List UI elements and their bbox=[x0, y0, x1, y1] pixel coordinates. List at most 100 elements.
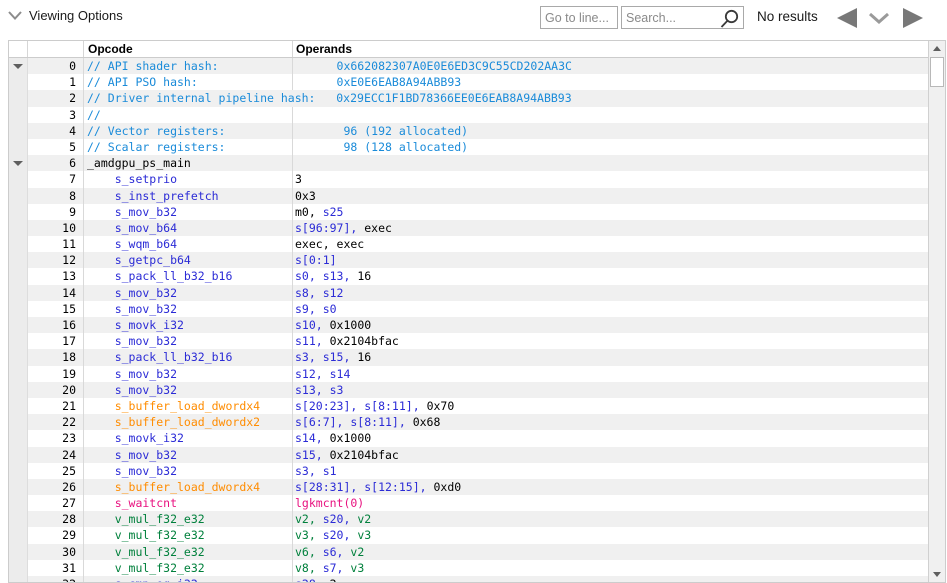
operands-cell: 0x3 bbox=[293, 188, 928, 204]
table-row[interactable]: 8 s_inst_prefetch0x3 bbox=[9, 188, 928, 204]
scroll-down-button[interactable] bbox=[929, 567, 945, 582]
operands-cell: s8, s12 bbox=[293, 285, 928, 301]
gutter-cell bbox=[9, 544, 28, 560]
table-row[interactable]: 6_amdgpu_ps_main bbox=[9, 155, 928, 171]
previous-result-button[interactable] bbox=[831, 7, 861, 31]
gutter-cell bbox=[9, 155, 28, 171]
scroll-up-button[interactable] bbox=[929, 41, 945, 56]
next-result-button[interactable] bbox=[899, 7, 929, 31]
opcode-cell: s_pack_ll_b32_b16 bbox=[84, 268, 293, 284]
table-row[interactable]: 10 s_mov_b64s[96:97], exec bbox=[9, 220, 928, 236]
vertical-scrollbar[interactable] bbox=[928, 41, 945, 582]
table-row[interactable]: 23 s_movk_i32s14, 0x1000 bbox=[9, 430, 928, 446]
operands-cell: s9, s0 bbox=[293, 301, 928, 317]
gutter-cell bbox=[9, 139, 28, 155]
scrollbar-thumb[interactable] bbox=[930, 57, 944, 87]
table-row[interactable]: 25 s_mov_b32s3, s1 bbox=[9, 463, 928, 479]
table-row[interactable]: 7 s_setprio3 bbox=[9, 171, 928, 187]
table-row[interactable]: 18 s_pack_ll_b32_b16s3, s15, 16 bbox=[9, 349, 928, 365]
gutter-cell bbox=[9, 107, 28, 123]
operands-cell: exec, exec bbox=[293, 236, 928, 252]
opcode-cell: s_mov_b32 bbox=[84, 366, 293, 382]
table-row[interactable]: 4// Vector registers: 96 (192 allocated) bbox=[9, 123, 928, 139]
gutter-cell bbox=[9, 204, 28, 220]
line-number-cell: 5 bbox=[28, 139, 84, 155]
line-number-cell: 20 bbox=[28, 382, 84, 398]
header-line-number-cell bbox=[28, 41, 84, 57]
table-row[interactable]: 19 s_mov_b32s12, s14 bbox=[9, 366, 928, 382]
table-row[interactable]: 0// API shader hash: 0x662082307A0E0E6ED… bbox=[9, 58, 928, 74]
gutter-cell bbox=[9, 560, 28, 576]
gutter-cell bbox=[9, 447, 28, 463]
table-row[interactable]: 1// API PSO hash: 0xE0E6EAB8A94ABB93 bbox=[9, 74, 928, 90]
line-number-cell: 18 bbox=[28, 349, 84, 365]
line-number-cell: 27 bbox=[28, 495, 84, 511]
table-row[interactable]: 9 s_mov_b32m0, s25 bbox=[9, 204, 928, 220]
goto-line-input[interactable] bbox=[540, 6, 618, 29]
gutter-cell bbox=[9, 74, 28, 90]
operands-cell: s12, s14 bbox=[293, 366, 928, 382]
toolbar: Viewing Options No results bbox=[0, 0, 947, 40]
table-row[interactable]: 27 s_waitcntlgkmcnt(0) bbox=[9, 495, 928, 511]
collapse-arrow-icon[interactable] bbox=[13, 161, 23, 166]
table-row[interactable]: 13 s_pack_ll_b32_b16s0, s13, 16 bbox=[9, 268, 928, 284]
line-number-cell: 21 bbox=[28, 398, 84, 414]
arrow-up-icon bbox=[933, 46, 941, 51]
operands-cell: s[6:7], s[8:11], 0x68 bbox=[293, 414, 928, 430]
opcode-cell: s_pack_ll_b32_b16 bbox=[84, 349, 293, 365]
opcode-cell: s_getpc_b64 bbox=[84, 252, 293, 268]
table-row[interactable]: 28 v_mul_f32_e32v2, s20, v2 bbox=[9, 511, 928, 527]
table-row[interactable]: 24 s_mov_b32s15, 0x2104bfac bbox=[9, 447, 928, 463]
opcode-cell: // API shader hash: bbox=[84, 58, 293, 74]
line-number-cell: 1 bbox=[28, 74, 84, 90]
table-row[interactable]: 12 s_getpc_b64s[0:1] bbox=[9, 252, 928, 268]
header-operands[interactable]: Operands bbox=[293, 41, 928, 57]
table-row[interactable]: 3// bbox=[9, 107, 928, 123]
operands-cell: s[28:31], s[12:15], 0xd0 bbox=[293, 479, 928, 495]
viewing-options-toggle[interactable]: Viewing Options bbox=[8, 8, 123, 23]
line-number-cell: 25 bbox=[28, 463, 84, 479]
search-results-status: No results bbox=[757, 9, 818, 24]
table-row[interactable]: 32 s_cmp_eq_i32s28, 2 bbox=[9, 576, 928, 582]
collapse-arrow-icon[interactable] bbox=[13, 64, 23, 69]
arrow-left-icon bbox=[833, 7, 859, 29]
table-row[interactable]: 15 s_mov_b32s9, s0 bbox=[9, 301, 928, 317]
gutter-cell bbox=[9, 317, 28, 333]
table-row[interactable]: 17 s_mov_b32s11, 0x2104bfac bbox=[9, 333, 928, 349]
operands-cell: s[96:97], exec bbox=[293, 220, 928, 236]
disassembly-table: Opcode Operands 0// API shader hash: 0x6… bbox=[8, 40, 946, 583]
line-number-cell: 9 bbox=[28, 204, 84, 220]
table-row[interactable]: 31 v_mul_f32_e32v8, s7, v3 bbox=[9, 560, 928, 576]
opcode-cell: s_buffer_load_dwordx4 bbox=[84, 479, 293, 495]
operands-cell: s11, 0x2104bfac bbox=[293, 333, 928, 349]
table-row[interactable]: 22 s_buffer_load_dwordx2s[6:7], s[8:11],… bbox=[9, 414, 928, 430]
table-row[interactable]: 26 s_buffer_load_dwordx4s[28:31], s[12:1… bbox=[9, 479, 928, 495]
gutter-cell bbox=[9, 285, 28, 301]
table-row[interactable]: 20 s_mov_b32s13, s3 bbox=[9, 382, 928, 398]
table-row[interactable]: 5// Scalar registers: 98 (128 allocated) bbox=[9, 139, 928, 155]
table-row[interactable]: 14 s_mov_b32s8, s12 bbox=[9, 285, 928, 301]
header-opcode[interactable]: Opcode bbox=[84, 41, 293, 57]
table-row[interactable]: 11 s_wqm_b64exec, exec bbox=[9, 236, 928, 252]
table-row[interactable]: 29 v_mul_f32_e32v3, s20, v3 bbox=[9, 527, 928, 543]
table-row[interactable]: 16 s_movk_i32s10, 0x1000 bbox=[9, 317, 928, 333]
opcode-cell: _amdgpu_ps_main bbox=[84, 155, 293, 171]
search-input[interactable] bbox=[621, 6, 744, 29]
operands-cell: lgkmcnt(0) bbox=[293, 495, 928, 511]
gutter-cell bbox=[9, 123, 28, 139]
gutter-cell bbox=[9, 527, 28, 543]
line-number-cell: 29 bbox=[28, 527, 84, 543]
gutter-cell bbox=[9, 252, 28, 268]
opcode-cell: s_mov_b32 bbox=[84, 204, 293, 220]
operands-cell: m0, s25 bbox=[293, 204, 928, 220]
search-options-dropdown[interactable] bbox=[867, 11, 891, 27]
line-number-cell: 26 bbox=[28, 479, 84, 495]
table-row[interactable]: 2// Driver internal pipeline hash: 0x29E… bbox=[9, 90, 928, 106]
opcode-cell: s_mov_b32 bbox=[84, 447, 293, 463]
operands-cell: v3, s20, v3 bbox=[293, 527, 928, 543]
line-number-cell: 3 bbox=[28, 107, 84, 123]
gutter-cell bbox=[9, 495, 28, 511]
table-row[interactable]: 30 v_mul_f32_e32v6, s6, v2 bbox=[9, 544, 928, 560]
operands-cell: 96 (192 allocated) bbox=[293, 123, 928, 139]
table-row[interactable]: 21 s_buffer_load_dwordx4s[20:23], s[8:11… bbox=[9, 398, 928, 414]
